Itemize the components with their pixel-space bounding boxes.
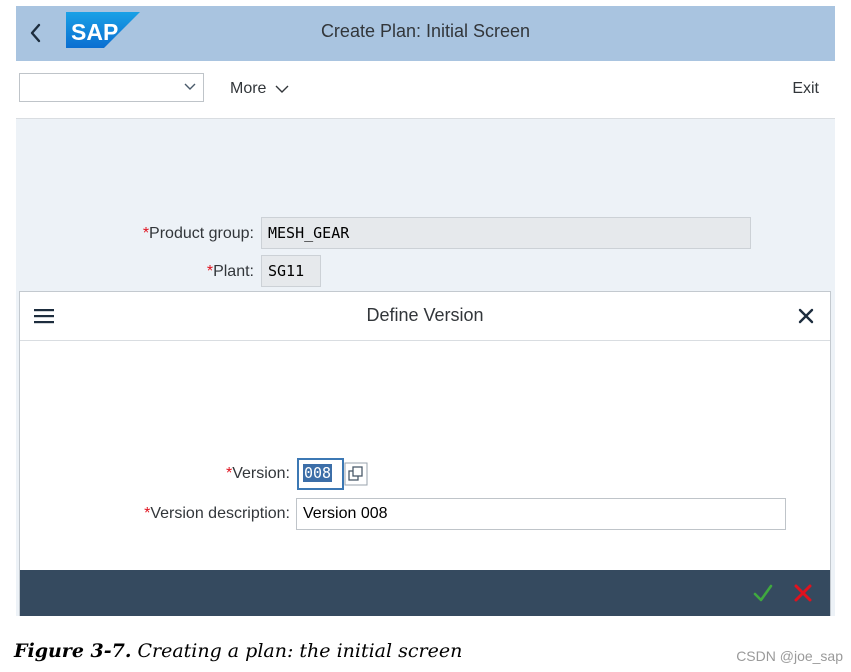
sap-gui-window: SAP Create Plan: Initial Screen More Exi… — [16, 6, 835, 616]
product-group-field[interactable]: MESH_GEAR — [261, 217, 751, 249]
red-x-icon[interactable] — [792, 582, 814, 604]
command-field[interactable] — [19, 73, 204, 102]
define-version-dialog: Define Version *Version: 008 *Version de… — [19, 291, 831, 616]
checkmark-icon[interactable] — [752, 582, 774, 604]
version-value: 008 — [303, 464, 333, 482]
watermark: CSDN @joe_sap — [736, 648, 843, 664]
close-icon[interactable] — [796, 306, 816, 326]
figure-text: Creating a plan: the initial screen — [137, 640, 463, 662]
version-field[interactable]: 008 — [297, 458, 344, 490]
product-group-label: *Product group: — [142, 225, 254, 242]
more-label: More — [230, 80, 267, 97]
figure-caption: Figure 3-7. Creating a plan: the initial … — [14, 640, 462, 662]
version-description-field[interactable]: Version 008 — [296, 498, 786, 530]
value-help-icon[interactable] — [344, 462, 368, 486]
chevron-down-icon — [275, 85, 289, 93]
dialog-header: Define Version — [20, 292, 830, 341]
version-label: *Version: — [225, 465, 290, 482]
more-menu-button[interactable]: More — [230, 80, 290, 98]
exit-button[interactable]: Exit — [792, 80, 819, 98]
figure-number: Figure 3-7. — [14, 640, 132, 662]
plant-field[interactable]: SG11 — [261, 255, 321, 287]
dialog-footer — [20, 570, 830, 616]
version-description-label: *Version description: — [144, 505, 290, 522]
chevron-down-icon[interactable] — [183, 81, 197, 93]
dialog-title: Define Version — [366, 305, 484, 325]
toolbar: More Exit — [16, 61, 835, 119]
shell-bar: SAP Create Plan: Initial Screen — [16, 6, 835, 61]
page-title: Create Plan: Initial Screen — [320, 21, 531, 41]
plant-label: *Plant: — [206, 263, 254, 280]
